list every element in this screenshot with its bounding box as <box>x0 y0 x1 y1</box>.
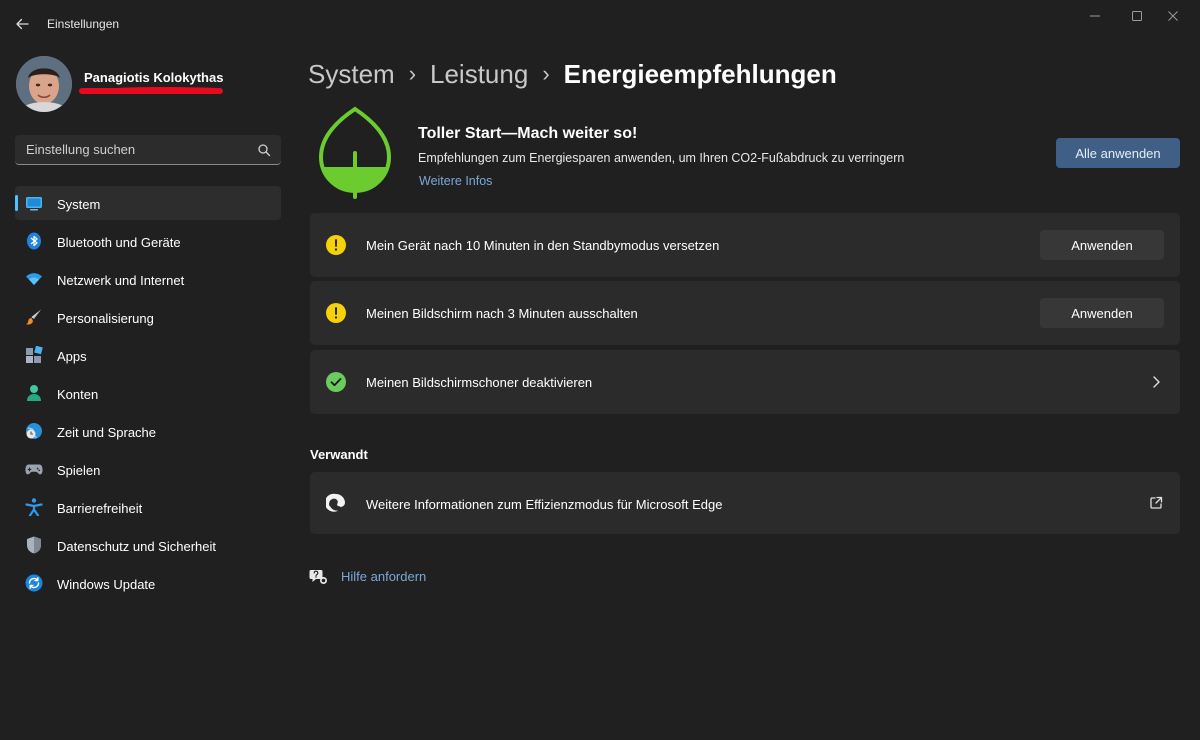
monitor-icon <box>25 194 43 212</box>
sidebar-item-windows-update[interactable]: Windows Update <box>15 566 281 600</box>
edge-icon <box>326 493 345 512</box>
redaction-mark <box>79 87 223 94</box>
apply-screen-off-button[interactable]: Anwenden <box>1040 298 1164 328</box>
sidebar-item-label: Windows Update <box>57 577 156 592</box>
hero-title: Toller Start—Mach weiter so! <box>418 125 638 142</box>
external-link-icon <box>1150 496 1163 509</box>
minimize-button[interactable] <box>1072 4 1118 28</box>
related-section-title: Verwandt <box>310 447 368 462</box>
sidebar-item-label: Spielen <box>57 463 101 478</box>
avatar <box>16 56 72 112</box>
paintbrush-icon <box>25 308 43 326</box>
hero-description: Empfehlungen zum Energiesparen anwenden,… <box>418 151 905 165</box>
hero-banner: Toller Start—Mach weiter so! Empfehlunge… <box>310 100 1180 200</box>
sidebar-item-label: Bluetooth und Geräte <box>57 235 181 250</box>
person-icon <box>25 384 43 402</box>
warning-icon <box>326 235 346 255</box>
apply-standby-button[interactable]: Anwenden <box>1040 230 1164 260</box>
sidebar-item-accessibility[interactable]: Barrierefreiheit <box>15 490 281 524</box>
sidebar-item-label: Netzwerk und Internet <box>57 273 185 288</box>
shield-icon <box>25 536 43 554</box>
gamepad-icon <box>25 460 43 478</box>
sidebar-item-label: Konten <box>57 387 99 402</box>
recommendation-screensaver[interactable]: Meinen Bildschirmschoner deaktivieren <box>310 350 1180 414</box>
sidebar-item-label: System <box>57 197 101 212</box>
user-profile[interactable]: Panagiotis Kolokythas <box>16 56 276 112</box>
apply-all-button[interactable]: Alle anwenden <box>1056 138 1180 168</box>
sidebar-item-label: Datenschutz und Sicherheit <box>57 539 216 554</box>
back-button[interactable] <box>8 10 36 38</box>
search-icon[interactable] <box>257 143 271 157</box>
wifi-icon <box>25 270 43 288</box>
recommendation-standby: Mein Gerät nach 10 Minuten in den Standb… <box>310 213 1180 277</box>
globe-clock-icon <box>25 422 43 440</box>
sidebar-item-accounts[interactable]: Konten <box>15 376 281 410</box>
sidebar-nav: System Bluetooth und Geräte Netzwerk und… <box>15 186 281 604</box>
recommendation-text: Mein Gerät nach 10 Minuten in den Standb… <box>366 238 720 253</box>
breadcrumb-chevron-icon: › <box>542 61 550 86</box>
bluetooth-icon <box>25 232 43 250</box>
breadcrumb-chevron-icon: › <box>408 61 417 86</box>
settings-search <box>15 135 281 165</box>
sidebar-item-label: Zeit und Sprache <box>57 425 157 440</box>
leaf-icon <box>318 106 392 199</box>
title-bar: Einstellungen <box>0 0 1200 46</box>
sidebar-item-personalization[interactable]: Personalisierung <box>15 300 281 334</box>
sidebar-item-bluetooth[interactable]: Bluetooth und Geräte <box>15 224 281 258</box>
checkmark-icon <box>326 372 346 392</box>
learn-more-link[interactable]: Weitere Infos <box>419 174 492 188</box>
breadcrumb-performance[interactable]: Leistung <box>430 59 528 90</box>
accessibility-icon <box>25 498 43 516</box>
sidebar-item-privacy-security[interactable]: Datenschutz und Sicherheit <box>15 528 281 562</box>
page-title: Energieempfehlungen <box>563 58 837 89</box>
get-help-link[interactable]: Hilfe anfordern <box>341 569 426 584</box>
update-icon <box>25 574 43 592</box>
sidebar-item-apps[interactable]: Apps <box>15 338 281 372</box>
related-link-text: Weitere Informationen zum Effizienzmodus… <box>366 497 723 512</box>
search-input[interactable] <box>15 135 251 164</box>
sidebar-item-gaming[interactable]: Spielen <box>15 452 281 486</box>
recommendation-text: Meinen Bildschirm nach 3 Minuten ausscha… <box>366 306 638 321</box>
sidebar-item-label: Apps <box>57 349 87 364</box>
sidebar-item-label: Personalisierung <box>57 311 154 326</box>
help-row: Hilfe anfordern <box>308 566 426 586</box>
breadcrumb: System › Leistung › Energieempfehlungen <box>308 56 837 92</box>
app-title: Einstellungen <box>47 17 120 31</box>
sidebar-item-time-language[interactable]: Zeit und Sprache <box>15 414 281 448</box>
avatar-photo-icon <box>16 56 72 112</box>
back-arrow-icon <box>16 18 29 30</box>
breadcrumb-system[interactable]: System <box>308 59 395 90</box>
minimize-icon <box>1090 15 1100 17</box>
recommendation-screen-off: Meinen Bildschirm nach 3 Minuten ausscha… <box>310 281 1180 345</box>
related-edge-efficiency[interactable]: Weitere Informationen zum Effizienzmodus… <box>310 472 1180 534</box>
sidebar-item-network[interactable]: Netzwerk und Internet <box>15 262 281 296</box>
maximize-icon <box>1132 11 1142 21</box>
sidebar-item-label: Barrierefreiheit <box>57 501 143 516</box>
close-icon <box>1168 11 1178 21</box>
help-chat-icon <box>309 570 327 584</box>
chevron-right-icon <box>1153 376 1160 388</box>
recommendation-text: Meinen Bildschirmschoner deaktivieren <box>366 375 593 390</box>
user-name: Panagiotis Kolokythas <box>84 70 224 85</box>
sidebar-item-system[interactable]: System <box>15 186 281 220</box>
apps-icon <box>25 346 43 364</box>
close-button[interactable] <box>1150 4 1196 28</box>
warning-icon <box>326 303 346 323</box>
